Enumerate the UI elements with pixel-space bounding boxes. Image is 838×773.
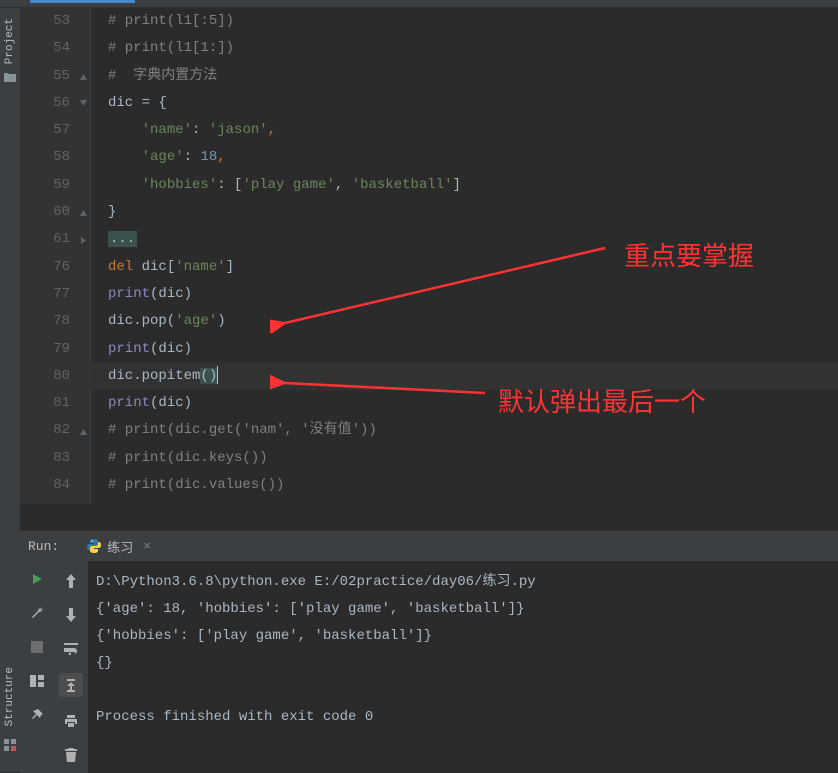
print-button[interactable] bbox=[61, 711, 81, 731]
pin-button[interactable] bbox=[27, 705, 47, 725]
code-line[interactable]: } bbox=[90, 199, 838, 226]
console-output[interactable]: D:\Python3.6.8\python.exe E:/02practice/… bbox=[88, 561, 838, 773]
wrench-button[interactable] bbox=[27, 603, 47, 623]
code-line[interactable]: # 字典内置方法 bbox=[90, 63, 838, 90]
line-number-gutter: 535455565758596061767778798081828384 bbox=[20, 8, 90, 504]
console-line: {} bbox=[96, 650, 830, 677]
line-number: 61 bbox=[20, 226, 90, 253]
console-line: {'hobbies': ['play game', 'basketball']} bbox=[96, 623, 830, 650]
code-line[interactable]: print(dic) bbox=[90, 390, 838, 417]
fold-marker-icon[interactable] bbox=[78, 208, 88, 218]
line-number: 79 bbox=[20, 336, 90, 363]
folder-icon[interactable] bbox=[3, 70, 17, 84]
annotation-label-1: 重点要掌握 bbox=[624, 236, 754, 273]
code-line[interactable]: # print(dic.values()) bbox=[90, 472, 838, 499]
line-number: 56 bbox=[20, 90, 90, 117]
line-number: 53 bbox=[20, 8, 90, 35]
line-number: 82 bbox=[20, 417, 90, 444]
code-line[interactable]: print(dic) bbox=[90, 336, 838, 363]
line-number: 83 bbox=[20, 445, 90, 472]
code-line[interactable]: # print(l1[:5]) bbox=[90, 8, 838, 35]
run-panel-header: Run: 练习 × bbox=[20, 531, 838, 561]
code-line[interactable]: 'age': 18, bbox=[90, 144, 838, 171]
scroll-to-end-button[interactable] bbox=[59, 673, 83, 697]
structure-icon[interactable] bbox=[3, 738, 17, 752]
line-number: 78 bbox=[20, 308, 90, 335]
code-line[interactable]: # print(dic.get('nam', '没有值')) bbox=[90, 417, 838, 444]
code-line[interactable]: dic = { bbox=[90, 90, 838, 117]
annotation-label-2: 默认弹出最后一个 bbox=[498, 382, 706, 419]
code-line[interactable]: 'name': 'jason', bbox=[90, 117, 838, 144]
console-line: {'age': 18, 'hobbies': ['play game', 'ba… bbox=[96, 596, 830, 623]
python-icon bbox=[87, 539, 101, 553]
code-line[interactable]: dic.popitem() bbox=[90, 363, 838, 390]
line-number: 58 bbox=[20, 144, 90, 171]
close-icon[interactable]: × bbox=[143, 539, 151, 554]
run-tool-window: Run: 练习 × bbox=[20, 530, 838, 772]
code-line[interactable]: dic.pop('age') bbox=[90, 308, 838, 335]
rerun-button[interactable] bbox=[27, 569, 47, 589]
line-number: 57 bbox=[20, 117, 90, 144]
down-arrow-button[interactable] bbox=[61, 605, 81, 625]
run-tab-label: 练习 bbox=[107, 537, 133, 556]
line-number: 55 bbox=[20, 63, 90, 90]
layout-button[interactable] bbox=[27, 671, 47, 691]
line-number: 80 bbox=[20, 363, 90, 390]
code-line[interactable]: # print(l1[1:]) bbox=[90, 35, 838, 62]
console-line: Process finished with exit code 0 bbox=[96, 704, 830, 731]
fold-marker-icon[interactable] bbox=[78, 426, 88, 436]
code-line[interactable]: # print(dic.keys()) bbox=[90, 445, 838, 472]
line-number: 77 bbox=[20, 281, 90, 308]
active-tab-indicator bbox=[30, 0, 135, 3]
project-tool-label[interactable]: Project bbox=[4, 18, 16, 64]
editor-tab-bar bbox=[0, 0, 838, 8]
run-config-tab[interactable]: 练习 × bbox=[79, 533, 159, 560]
code-editor[interactable]: 535455565758596061767778798081828384 # p… bbox=[20, 8, 838, 504]
line-number: 54 bbox=[20, 35, 90, 62]
line-number: 76 bbox=[20, 254, 90, 281]
soft-wrap-button[interactable] bbox=[61, 639, 81, 659]
trash-button[interactable] bbox=[61, 745, 81, 765]
line-number: 60 bbox=[20, 199, 90, 226]
stop-button[interactable] bbox=[27, 637, 47, 657]
up-arrow-button[interactable] bbox=[61, 571, 81, 591]
structure-tool-label[interactable]: Structure bbox=[4, 667, 16, 726]
run-panel-body: D:\Python3.6.8\python.exe E:/02practice/… bbox=[20, 561, 838, 773]
console-line: D:\Python3.6.8\python.exe E:/02practice/… bbox=[96, 569, 830, 596]
run-toolbar-right bbox=[54, 561, 88, 773]
line-number: 84 bbox=[20, 472, 90, 499]
fold-marker-icon[interactable] bbox=[78, 71, 88, 81]
code-line[interactable]: print(dic) bbox=[90, 281, 838, 308]
left-tool-sidebar: Project Structure bbox=[0, 8, 20, 772]
line-number: 59 bbox=[20, 172, 90, 199]
run-toolbar-left bbox=[20, 561, 54, 773]
line-number: 81 bbox=[20, 390, 90, 417]
fold-marker-icon[interactable] bbox=[78, 99, 88, 109]
run-label: Run: bbox=[28, 539, 59, 554]
code-line[interactable]: 'hobbies': ['play game', 'basketball'] bbox=[90, 172, 838, 199]
fold-marker-icon[interactable] bbox=[78, 235, 88, 245]
console-line bbox=[96, 677, 830, 704]
